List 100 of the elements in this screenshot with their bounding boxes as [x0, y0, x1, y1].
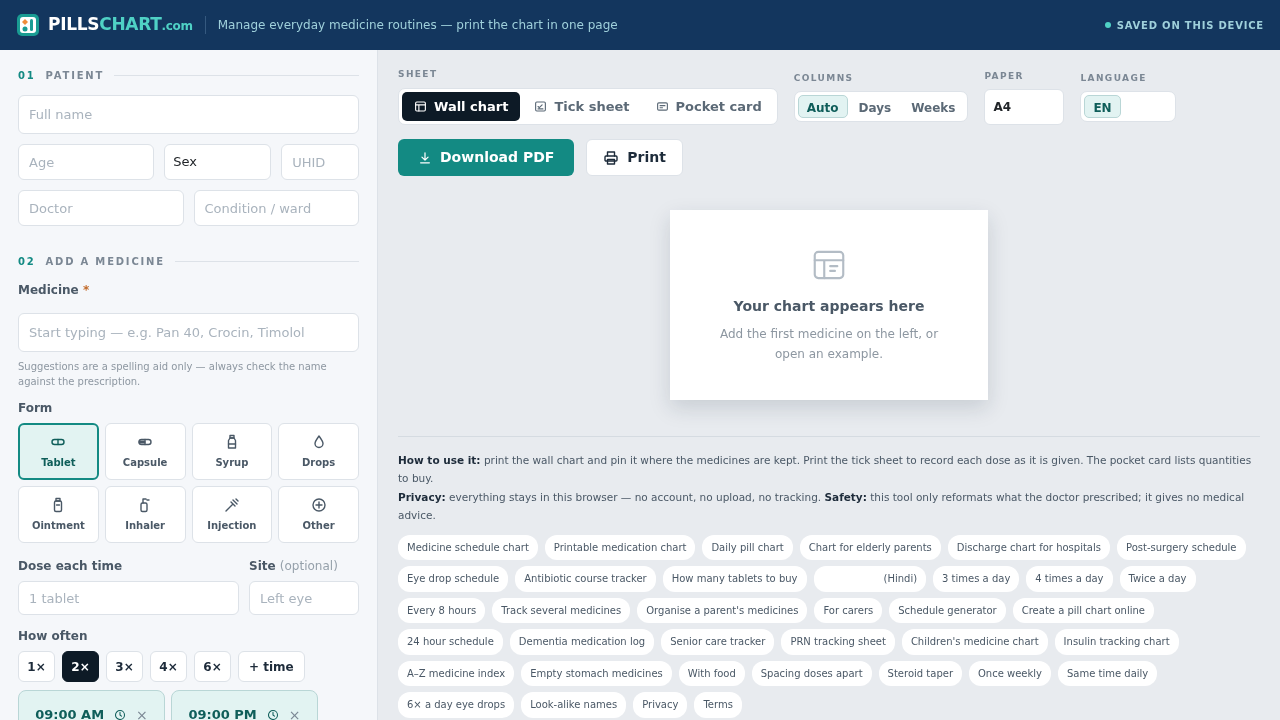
topic-link[interactable]: 24 hour schedule — [398, 629, 503, 655]
checklist-icon — [534, 99, 548, 113]
section-title: PATIENT — [45, 69, 105, 83]
syringe-icon — [223, 496, 240, 513]
column-option[interactable]: Auto — [797, 95, 848, 118]
control-label: COLUMNS — [793, 71, 855, 85]
time-chip[interactable]: 09:00 PM × — [171, 690, 318, 720]
topic-link[interactable]: A–Z medicine index — [398, 660, 515, 686]
topic-link[interactable]: Medicine schedule chart — [398, 534, 538, 560]
empty-text: Add the first medicine on the left, or open an example. — [718, 326, 940, 363]
topic-link[interactable]: Once weekly — [969, 660, 1051, 686]
frequency-button[interactable]: 3× — [106, 651, 143, 682]
sheet-tab[interactable]: Wall chart — [402, 91, 521, 121]
field-label: Dose each time — [18, 558, 124, 575]
topic-link[interactable]: Eye drop schedule — [398, 566, 509, 592]
logo-icon — [16, 13, 40, 37]
topic-link[interactable]: With food — [678, 660, 745, 686]
frequency-button[interactable]: 1× — [18, 651, 55, 682]
topic-link[interactable]: Privacy — [633, 692, 688, 718]
form-option[interactable]: Drops — [278, 423, 359, 480]
field-label: How often — [18, 628, 89, 645]
text-field[interactable]: Doctor — [18, 190, 184, 226]
topic-link[interactable]: Post-surgery schedule — [1116, 534, 1246, 560]
column-option[interactable]: Weeks — [902, 95, 965, 118]
topic-link[interactable]: How many tablets to buy — [662, 566, 807, 592]
topic-link[interactable]: Create a pill chart online — [1012, 597, 1154, 623]
topic-link[interactable]: PRN tracking sheet — [781, 629, 895, 655]
topic-link[interactable]: Track several medicines — [492, 597, 631, 623]
form-option[interactable]: Ointment — [18, 486, 99, 543]
card-icon — [655, 99, 669, 113]
required-mark: * — [82, 283, 90, 297]
text-field[interactable]: Condition / ward — [193, 190, 359, 226]
logo-text[interactable]: PILLSCHART.com — [48, 12, 193, 38]
dose-field[interactable]: 1 tablet — [18, 581, 239, 615]
site-field[interactable]: Left eye — [249, 581, 359, 615]
topic-link[interactable]: Insulin tracking chart — [1054, 629, 1179, 655]
paper-select[interactable]: A4 — [984, 89, 1065, 125]
form-option[interactable]: Inhaler — [104, 486, 186, 543]
topic-link[interactable]: 4 times a day — [1026, 566, 1113, 592]
text-field[interactable]: Full name — [18, 95, 359, 134]
hint-text: Suggestions are a spelling aid only — always check the name against the prescription. — [18, 360, 328, 389]
layout-icon — [414, 99, 427, 113]
control-label: PAPER — [984, 69, 1025, 83]
form-option[interactable]: Syrup — [191, 423, 273, 480]
form-option[interactable]: Capsule — [104, 423, 186, 480]
field-label: Site (optional) — [249, 558, 339, 575]
topic-link[interactable]: (Hindi) — [813, 566, 927, 592]
section-number: 02 — [18, 255, 36, 269]
text-field[interactable]: Age — [18, 144, 155, 180]
topic-link[interactable]: 3 times a day — [933, 566, 1020, 592]
topic-link[interactable]: Terms — [694, 692, 742, 718]
topic-link[interactable]: Discharge chart for hospitals — [947, 534, 1110, 560]
sheet-tab[interactable]: Pocket card — [643, 91, 774, 121]
empty-title: Your chart appears here — [733, 297, 925, 317]
medicine-search-field[interactable]: Start typing — e.g. Pan 40, Crocin, Timolol — [18, 313, 359, 352]
topic-link[interactable]: Steroid taper — [878, 660, 962, 686]
language-option[interactable]: EN — [1084, 95, 1121, 118]
form-option[interactable]: Injection — [191, 486, 273, 543]
section-number: 01 — [18, 69, 36, 83]
clock-icon — [114, 709, 127, 720]
topic-link[interactable]: Chart for elderly parents — [799, 534, 941, 560]
text-field[interactable]: UHID — [281, 144, 359, 180]
time-text: 09:00 AM — [35, 706, 105, 720]
topic-link[interactable]: Schedule generator — [889, 597, 1006, 623]
add-time-button[interactable]: + time — [238, 651, 305, 682]
sheet-tab[interactable]: Tick sheet — [522, 91, 642, 121]
column-option[interactable]: Days — [849, 95, 901, 118]
topic-link[interactable]: Daily pill chart — [702, 534, 793, 560]
topic-link[interactable]: Look-alike names — [521, 692, 627, 718]
form-option[interactable]: Tablet — [18, 423, 99, 480]
topic-link[interactable]: Same time daily — [1058, 660, 1158, 686]
topic-link[interactable]: Antibiotic course tracker — [515, 566, 656, 592]
time-chip[interactable]: 09:00 AM × — [18, 690, 165, 720]
save-status: SAVED ON THIS DEVICE — [1116, 18, 1264, 33]
frequency-button[interactable]: 6× — [194, 651, 231, 682]
topic-link[interactable]: Every 8 hours — [398, 597, 486, 623]
tagline: Manage everyday medicine routines — print the chart in one page — [204, 16, 618, 34]
topic-link[interactable]: Dementia medication log — [509, 629, 655, 655]
form-option[interactable]: Other — [278, 486, 359, 543]
status-dot — [1104, 22, 1111, 28]
topic-link[interactable]: Empty stomach medicines — [521, 660, 672, 686]
time-text: 09:00 PM — [188, 706, 257, 720]
sex-select[interactable]: Sex — [164, 144, 272, 180]
download-button[interactable]: Download PDF — [398, 139, 575, 176]
topic-link[interactable]: Organise a parent's medicines — [637, 597, 808, 623]
topic-link[interactable]: Spacing doses apart — [751, 660, 872, 686]
info-paragraph: Privacy: everything stays in this browser — no account, no upload, no tracking. Safety: this tool only reformats what the doctor prescribed; it gives no medical advice. — [398, 489, 1246, 524]
topic-link[interactable]: Children's medicine chart — [901, 629, 1048, 655]
download-icon — [418, 150, 432, 165]
topic-link[interactable]: Printable medication chart — [544, 534, 696, 560]
topic-link[interactable]: Senior care tracker — [661, 629, 775, 655]
topic-link[interactable]: Twice a day — [1119, 566, 1196, 592]
topic-link[interactable]: 6× a day eye drops — [398, 692, 515, 718]
frequency-button[interactable]: 2× — [62, 651, 99, 682]
topic-link[interactable]: For carers — [814, 597, 883, 623]
printer-icon — [603, 149, 620, 166]
frequency-button[interactable]: 4× — [150, 651, 187, 682]
plus-circle-icon — [310, 496, 327, 513]
print-button[interactable]: Print — [586, 139, 683, 176]
control-label: LANGUAGE — [1080, 71, 1148, 85]
